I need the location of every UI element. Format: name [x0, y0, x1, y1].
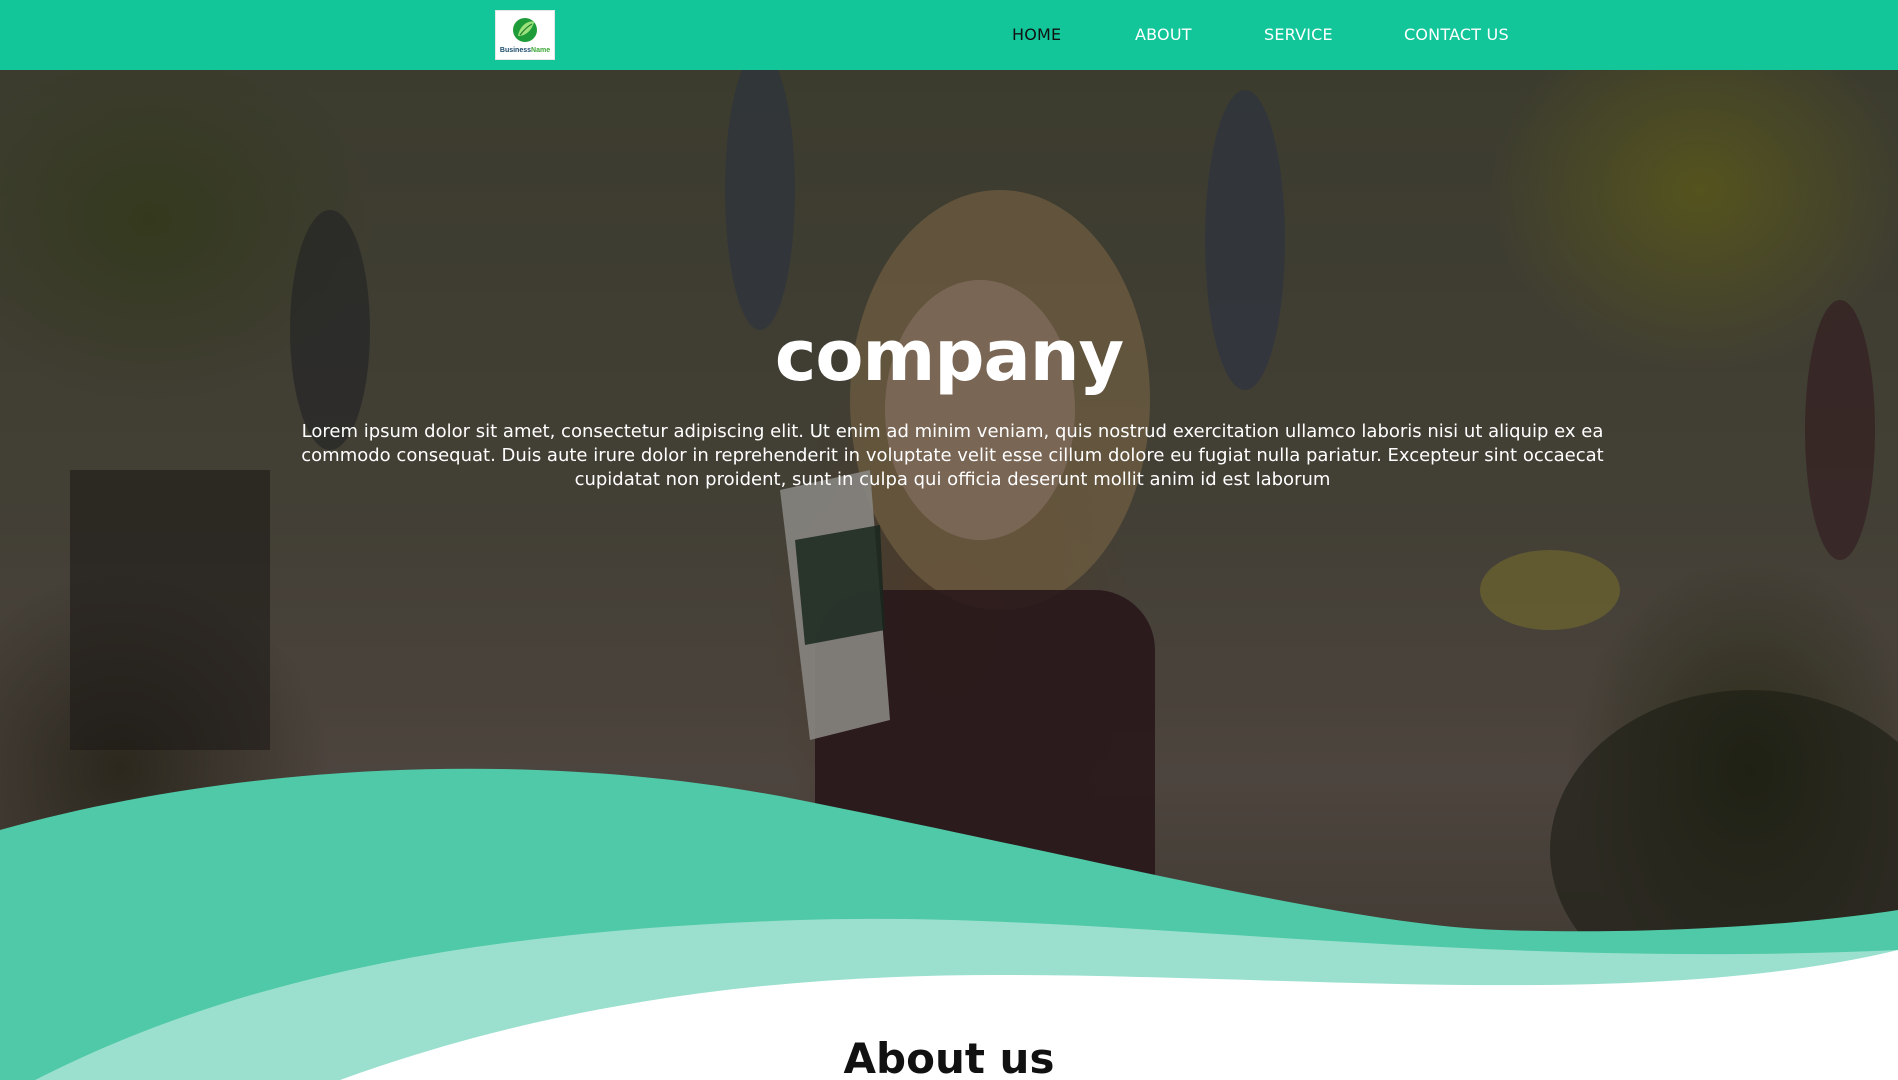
hero-section: company Lorem ipsum dolor sit amet, cons…	[0, 70, 1898, 1080]
wave-divider	[0, 768, 1898, 1080]
navbar: BusinessName HOME ABOUT SERVICE CONTACT …	[0, 0, 1898, 70]
logo[interactable]: BusinessName	[495, 10, 555, 60]
nav-link-contact-us[interactable]: CONTACT US	[1404, 25, 1509, 44]
leaf-logo-icon	[513, 18, 537, 42]
nav-link-about[interactable]: ABOUT	[1135, 25, 1192, 44]
nav-link-home[interactable]: HOME	[1012, 25, 1061, 44]
about-title: About us	[843, 1034, 1055, 1080]
nav-link-service[interactable]: SERVICE	[1264, 25, 1333, 44]
logo-text: BusinessName	[499, 47, 551, 54]
